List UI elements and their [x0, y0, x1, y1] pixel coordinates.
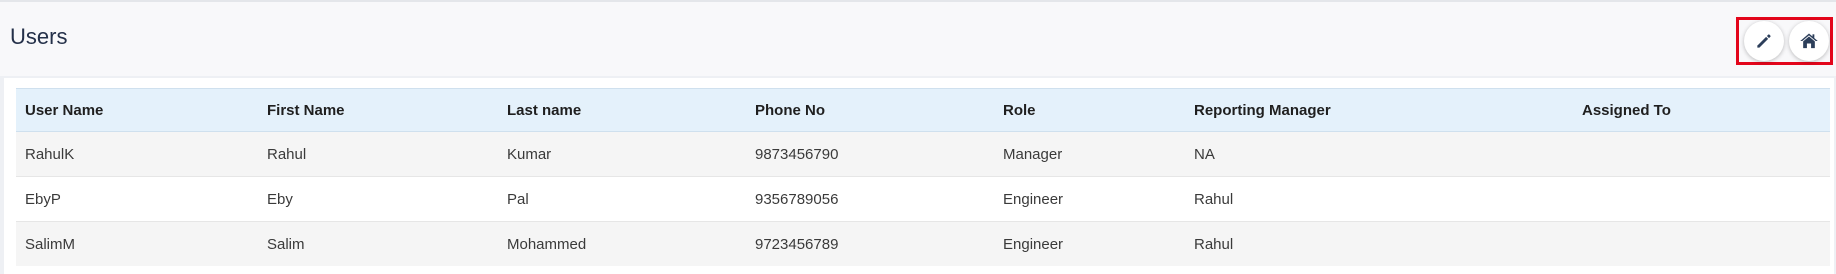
cell-first-name: Eby: [258, 176, 498, 222]
column-header-assigned-to[interactable]: Assigned To: [1573, 88, 1830, 132]
column-header-last-name[interactable]: Last name: [498, 88, 746, 132]
cell-first-name: Rahul: [258, 131, 498, 177]
column-header-role[interactable]: Role: [994, 88, 1185, 132]
table-row[interactable]: RahulK Rahul Kumar 9873456790 Manager NA: [16, 131, 1830, 177]
cell-reporting-manager: Rahul: [1194, 235, 1234, 253]
cell-assigned-to: [1573, 222, 1830, 267]
cell-role: Engineer: [994, 176, 1185, 222]
cell-phone-no: 9723456789: [755, 235, 839, 253]
cell-phone-no: 9356789056: [746, 176, 994, 222]
column-header-user-name[interactable]: User Name: [16, 88, 258, 132]
cell-role: Manager: [994, 131, 1185, 177]
cell-user-name: RahulK: [16, 131, 258, 177]
cell-reporting-manager: NA: [1185, 131, 1573, 177]
users-table: User Name First Name Last name Phone No …: [16, 88, 1830, 266]
cell-first-name: Salim: [267, 235, 305, 253]
edit-button[interactable]: [1744, 21, 1784, 61]
users-table-card: User Name First Name Last name Phone No …: [4, 78, 1834, 274]
cell-role: Engineer: [1003, 235, 1064, 253]
cell-last-name: Pal: [498, 176, 746, 222]
page-title: Users: [10, 24, 68, 49]
cell-last-name: Mohammed: [507, 235, 587, 253]
page-header: Users: [0, 0, 1836, 76]
cell-assigned-to: [1573, 131, 1830, 177]
table-row[interactable]: SalimM Salim Mohammed 9723456789 Enginee…: [16, 221, 1830, 267]
home-button[interactable]: [1789, 21, 1829, 61]
pencil-icon: [1754, 31, 1774, 51]
table-row[interactable]: EbyP Eby Pal 9356789056 Engineer Rahul: [16, 176, 1830, 222]
cell-last-name: Kumar: [498, 131, 746, 177]
table-header-row: User Name First Name Last name Phone No …: [16, 88, 1830, 132]
column-header-phone-no[interactable]: Phone No: [746, 88, 994, 132]
cell-user-name: EbyP: [16, 176, 258, 222]
cell-assigned-to: [1573, 176, 1830, 222]
column-header-reporting-manager[interactable]: Reporting Manager: [1185, 88, 1573, 132]
column-header-first-name[interactable]: First Name: [258, 88, 498, 132]
home-icon: [1799, 31, 1819, 51]
cell-phone-no: 9873456790: [746, 131, 994, 177]
cell-reporting-manager: Rahul: [1185, 176, 1573, 222]
cell-user-name: SalimM: [25, 235, 76, 253]
